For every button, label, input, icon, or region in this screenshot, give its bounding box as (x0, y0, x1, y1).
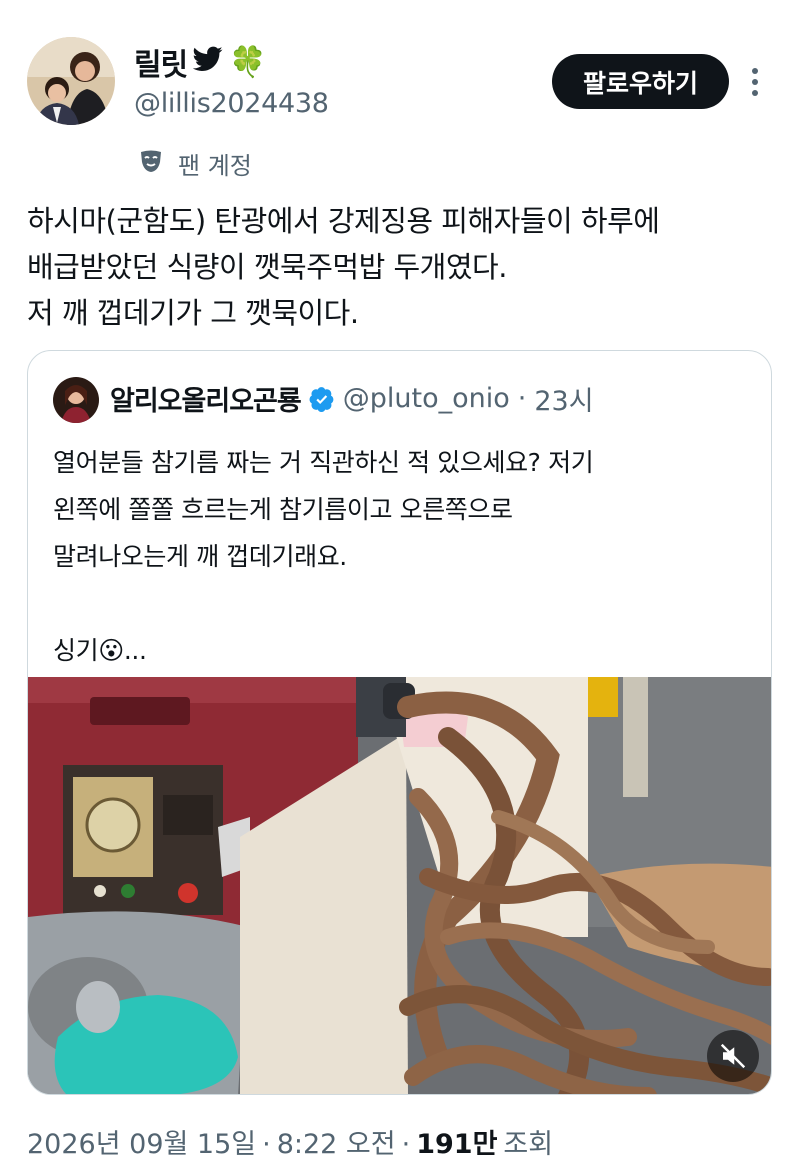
author-handle[interactable]: @lillis2024438 (134, 88, 329, 119)
quoted-ellipsis: ... (123, 636, 147, 665)
quoted-header: 알리오올리오곤룡 @pluto_onio · 23시 (110, 379, 594, 418)
quoted-line: 말려나오는게 깨 껍데기래요. (53, 542, 347, 571)
author-name-text: 릴릿 (134, 48, 188, 83)
quoted-author-handle[interactable]: @pluto_onio (343, 383, 510, 414)
mute-toggle-button[interactable] (707, 1030, 759, 1082)
clover-emoji: 🍀 (229, 44, 266, 80)
quoted-video[interactable] (28, 677, 771, 1094)
views-label: 조회 (503, 1129, 554, 1160)
quoted-line-last: 싱기😮... (53, 627, 753, 674)
tweet-meta: 2026년 09월 15일 · 8:22 오전 · 191만 조회 (27, 1122, 553, 1161)
tweet-line: 저 깨 껍데기가 그 깻묵이다. (27, 296, 359, 330)
views-count: 191만 (416, 1129, 498, 1160)
follow-button[interactable]: 팔로우하기 (552, 54, 729, 109)
quoted-line: 왼쪽에 쫄쫄 흐르는게 참기름이고 오른쪽으로 (53, 495, 513, 524)
tweet-time[interactable]: 8:22 오전 (277, 1122, 396, 1161)
quoted-last-text: 싱기 (53, 636, 99, 665)
quoted-line: 열어분들 참기름 짜는 거 직관하신 적 있으세요? 저기 (53, 448, 594, 477)
fan-account-label: 팬 계정 (138, 146, 252, 181)
tweet-line: 하시마(군함도) 탄광에서 강제징용 피해자들이 하루에 (27, 204, 660, 238)
quoted-tweet-card[interactable]: 알리오올리오곤룡 @pluto_onio · 23시 열어분들 참기름 짜는 거… (27, 350, 772, 1095)
tweet-date[interactable]: 2026년 09월 15일 (27, 1122, 256, 1161)
quoted-author-avatar[interactable] (53, 377, 99, 423)
verified-badge-icon (309, 386, 335, 412)
speaker-muted-icon (720, 1043, 746, 1069)
meta-separator: · (262, 1129, 271, 1160)
quoted-separator: · (517, 383, 527, 414)
tweet-page: 릴릿 🍀 @lillis2024438 팔로우하기 팬 계정 하시마(군함도) … (0, 0, 800, 1170)
author-display-name[interactable]: 릴릿 🍀 (134, 40, 267, 84)
surprised-emoji: 😮 (98, 636, 124, 665)
mask-icon (138, 148, 164, 180)
more-options-icon[interactable] (743, 62, 767, 102)
tweet-line: 배급받았던 식량이 깻묵주먹밥 두개였다. (27, 250, 507, 284)
tweet-text: 하시마(군함도) 탄광에서 강제징용 피해자들이 하루에 배급받았던 식량이 깻… (27, 198, 777, 336)
author-avatar[interactable] (27, 37, 115, 125)
quoted-author-name[interactable]: 알리오올리오곤룡 (110, 379, 302, 418)
quoted-line (53, 580, 753, 627)
fan-account-text: 팬 계정 (178, 152, 252, 180)
quoted-text: 열어분들 참기름 짜는 거 직관하신 적 있으세요? 저기 왼쪽에 쫄쫄 흐르는… (53, 439, 753, 674)
meta-separator: · (401, 1129, 411, 1160)
quoted-time[interactable]: 23시 (534, 379, 593, 418)
twitter-bird-icon (192, 45, 223, 80)
